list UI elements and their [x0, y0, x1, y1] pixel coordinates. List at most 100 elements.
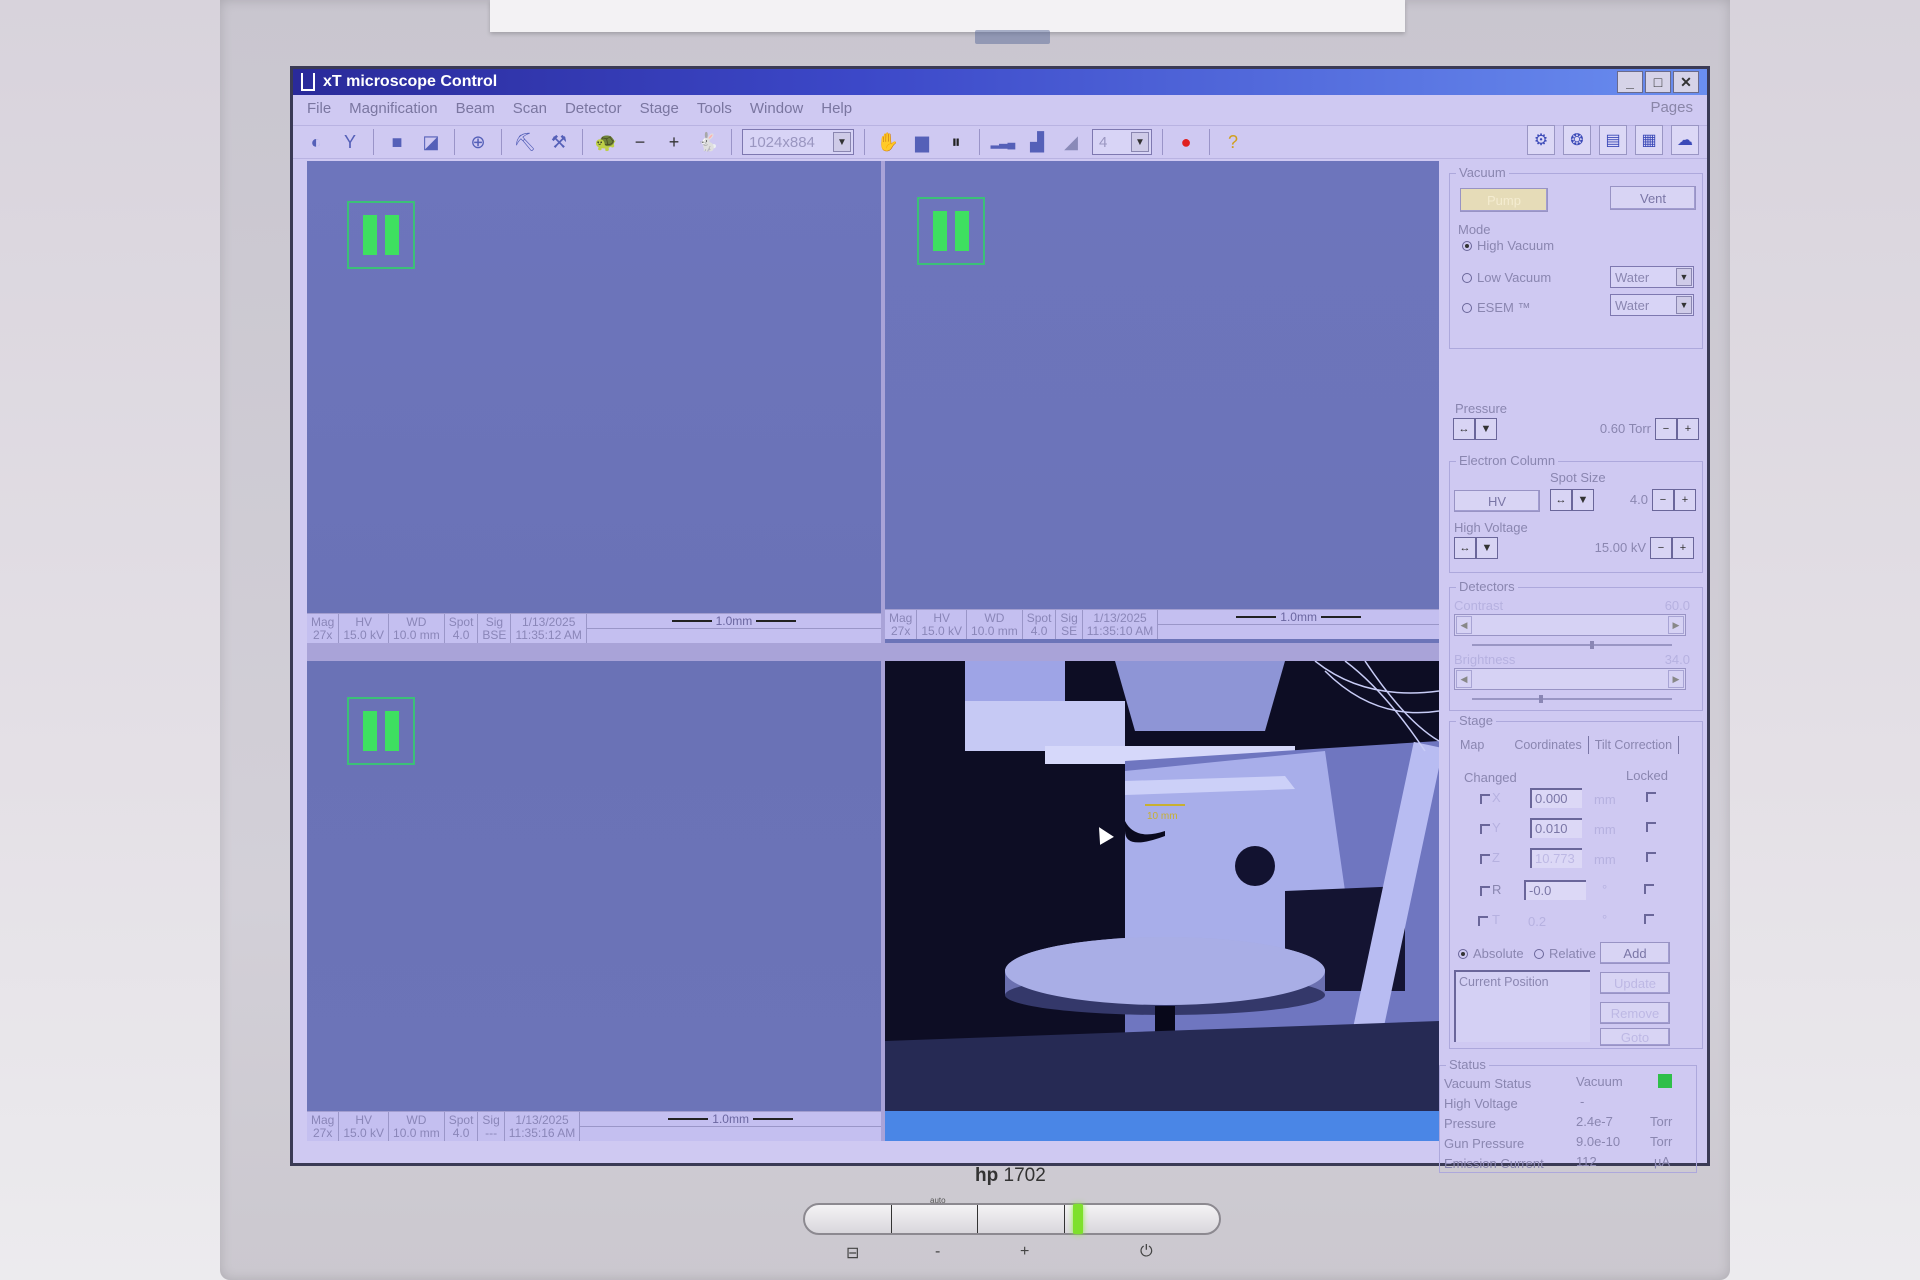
changed-checkbox-t[interactable]	[1478, 916, 1488, 926]
maximize-button[interactable]: □	[1645, 71, 1671, 93]
scroll-left-icon[interactable]: ◀	[1456, 616, 1472, 634]
stigmator-icon[interactable]: ⚒	[546, 129, 572, 155]
locked-checkbox-r[interactable]	[1644, 884, 1654, 894]
focus-icon[interactable]: ⛏	[512, 129, 538, 155]
r-field[interactable]: -0.0	[1524, 880, 1586, 900]
changed-checkbox-r[interactable]	[1480, 886, 1490, 896]
detector-icon[interactable]: Y	[337, 129, 363, 155]
crosshair-icon[interactable]: ⊕	[465, 129, 491, 155]
chevron-down-icon[interactable]: ▼	[1131, 132, 1149, 152]
increment-button[interactable]: +	[1672, 537, 1694, 559]
tab-coordinates[interactable]: Coordinates	[1508, 736, 1589, 754]
brightness-track[interactable]	[1472, 695, 1672, 703]
changed-checkbox-z[interactable]	[1480, 854, 1490, 864]
monitor-input-button[interactable]	[805, 1205, 892, 1233]
full-frame-icon[interactable]: ■	[384, 129, 410, 155]
brightness-scrollbar[interactable]: ◀ ▶	[1454, 668, 1686, 690]
increment-button[interactable]: +	[1674, 489, 1696, 511]
y-field[interactable]: 0.010	[1530, 818, 1582, 838]
adjust-icon[interactable]: ↔	[1550, 489, 1572, 511]
goto-position-button[interactable]: Goto	[1600, 1028, 1670, 1046]
low-vacuum-gas-select[interactable]: Water ▼	[1610, 266, 1694, 288]
decrement-button[interactable]: −	[1655, 418, 1677, 440]
menu-file[interactable]: File	[307, 100, 331, 117]
quad-2[interactable]: Mag 27x HV 15.0 kV WD 10.0 mm Spot 4.0 Sig SE…	[885, 161, 1439, 643]
zoom-out-icon[interactable]: −	[627, 129, 653, 155]
chevron-down-icon[interactable]: ▼	[1572, 489, 1594, 511]
changed-checkbox-x[interactable]	[1480, 794, 1490, 804]
settings-page-icon[interactable]: ⚙	[1527, 125, 1555, 155]
help-icon[interactable]: ?	[1220, 129, 1246, 155]
changed-checkbox-y[interactable]	[1480, 824, 1490, 834]
chevron-down-icon[interactable]: ▼	[1676, 268, 1692, 286]
alignment-page-icon[interactable]: ❂	[1563, 125, 1591, 155]
hv-button[interactable]: HV	[1454, 490, 1540, 512]
minimize-button[interactable]: _	[1617, 71, 1643, 93]
chevron-down-icon[interactable]: ▼	[1676, 296, 1692, 314]
zoom-in-icon[interactable]: +	[661, 129, 687, 155]
processing-page-icon[interactable]: ▤	[1599, 125, 1627, 155]
pause-icon[interactable]: ⏸	[943, 129, 969, 155]
vent-button[interactable]: Vent	[1610, 186, 1696, 210]
remove-position-button[interactable]: Remove	[1600, 1002, 1670, 1024]
contrast-slider-handle[interactable]	[1589, 641, 1594, 649]
menu-detector[interactable]: Detector	[565, 100, 622, 117]
radio-esem[interactable]: ESEM ™	[1462, 300, 1530, 315]
decrement-button[interactable]: −	[1652, 489, 1674, 511]
quad-4-chamber-camera[interactable]: 10 mm	[885, 661, 1439, 1111]
update-position-button[interactable]: Update	[1600, 972, 1670, 994]
monitor-power-button[interactable]	[1065, 1205, 1219, 1233]
adjust-icon[interactable]: ↔	[1454, 537, 1476, 559]
z-field[interactable]: 10.773	[1530, 848, 1582, 868]
menu-window[interactable]: Window	[750, 100, 803, 117]
measurement-page-icon[interactable]: ▦	[1635, 125, 1663, 155]
add-position-button[interactable]: Add	[1600, 942, 1670, 964]
quad-3[interactable]: Mag 27x HV 15.0 kV WD 10.0 mm Spot 4.0 Sig --…	[307, 661, 881, 1141]
chevron-down-icon[interactable]: ▼	[1476, 537, 1498, 559]
spot-size-value[interactable]: 4.0	[1594, 489, 1652, 511]
increment-button[interactable]: +	[1677, 418, 1699, 440]
menu-help[interactable]: Help	[821, 100, 852, 117]
frame-average-icon[interactable]: ▟	[1024, 129, 1050, 155]
snapshot-icon[interactable]: ✋	[875, 129, 901, 155]
position-list[interactable]: Current Position	[1454, 970, 1590, 1042]
radio-low-vacuum[interactable]: Low Vacuum	[1462, 270, 1551, 285]
slow-scan-icon[interactable]: 🐢	[593, 129, 619, 155]
close-button[interactable]: ✕	[1673, 71, 1699, 93]
scroll-left-icon[interactable]: ◀	[1456, 670, 1472, 688]
scroll-right-icon[interactable]: ▶	[1668, 670, 1684, 688]
fast-scan-icon[interactable]: 🐇	[695, 129, 721, 155]
esem-gas-select[interactable]: Water ▼	[1610, 294, 1694, 316]
chevron-down-icon[interactable]: ▼	[833, 132, 851, 152]
menu-beam[interactable]: Beam	[456, 100, 495, 117]
reduced-area-icon[interactable]: ◪	[418, 129, 444, 155]
line-integration-icon[interactable]: ▂▃▄	[990, 129, 1016, 155]
menu-stage[interactable]: Stage	[640, 100, 679, 117]
locked-checkbox-t[interactable]	[1644, 914, 1654, 924]
menu-tools[interactable]: Tools	[697, 100, 732, 117]
photo-icon[interactable]: ▆	[909, 129, 935, 155]
chevron-down-icon[interactable]: ▼	[1475, 418, 1497, 440]
list-item[interactable]: Current Position	[1459, 975, 1587, 989]
record-icon[interactable]: ●	[1173, 129, 1199, 155]
tab-tilt-correction[interactable]: Tilt Correction	[1589, 736, 1680, 754]
menu-magnification[interactable]: Magnification	[349, 100, 437, 117]
beam-icon[interactable]: ◐	[303, 129, 329, 155]
radio-relative[interactable]: Relative	[1534, 946, 1596, 961]
high-voltage-value[interactable]: 15.00 kV	[1498, 537, 1650, 559]
tab-map[interactable]: Map	[1454, 736, 1490, 754]
monitor-plus-button[interactable]	[978, 1205, 1065, 1233]
resolution-select[interactable]: 1024x884 ▼	[742, 129, 854, 155]
scroll-right-icon[interactable]: ▶	[1668, 616, 1684, 634]
contrast-track[interactable]	[1472, 641, 1672, 649]
pressure-value[interactable]: 0.60 Torr	[1497, 418, 1655, 440]
locked-checkbox-z[interactable]	[1646, 852, 1656, 862]
navigation-page-icon[interactable]: ☁	[1671, 125, 1699, 155]
locked-checkbox-y[interactable]	[1646, 822, 1656, 832]
brightness-slider-handle[interactable]	[1538, 695, 1543, 703]
pump-button[interactable]: Pump	[1460, 188, 1548, 212]
contrast-scrollbar[interactable]: ◀ ▶	[1454, 614, 1686, 636]
radio-high-vacuum[interactable]: High Vacuum	[1462, 238, 1554, 253]
quad-1[interactable]: Mag 27x HV 15.0 kV WD 10.0 mm Spot 4.0 Sig BS…	[307, 161, 881, 643]
menu-scan[interactable]: Scan	[513, 100, 547, 117]
